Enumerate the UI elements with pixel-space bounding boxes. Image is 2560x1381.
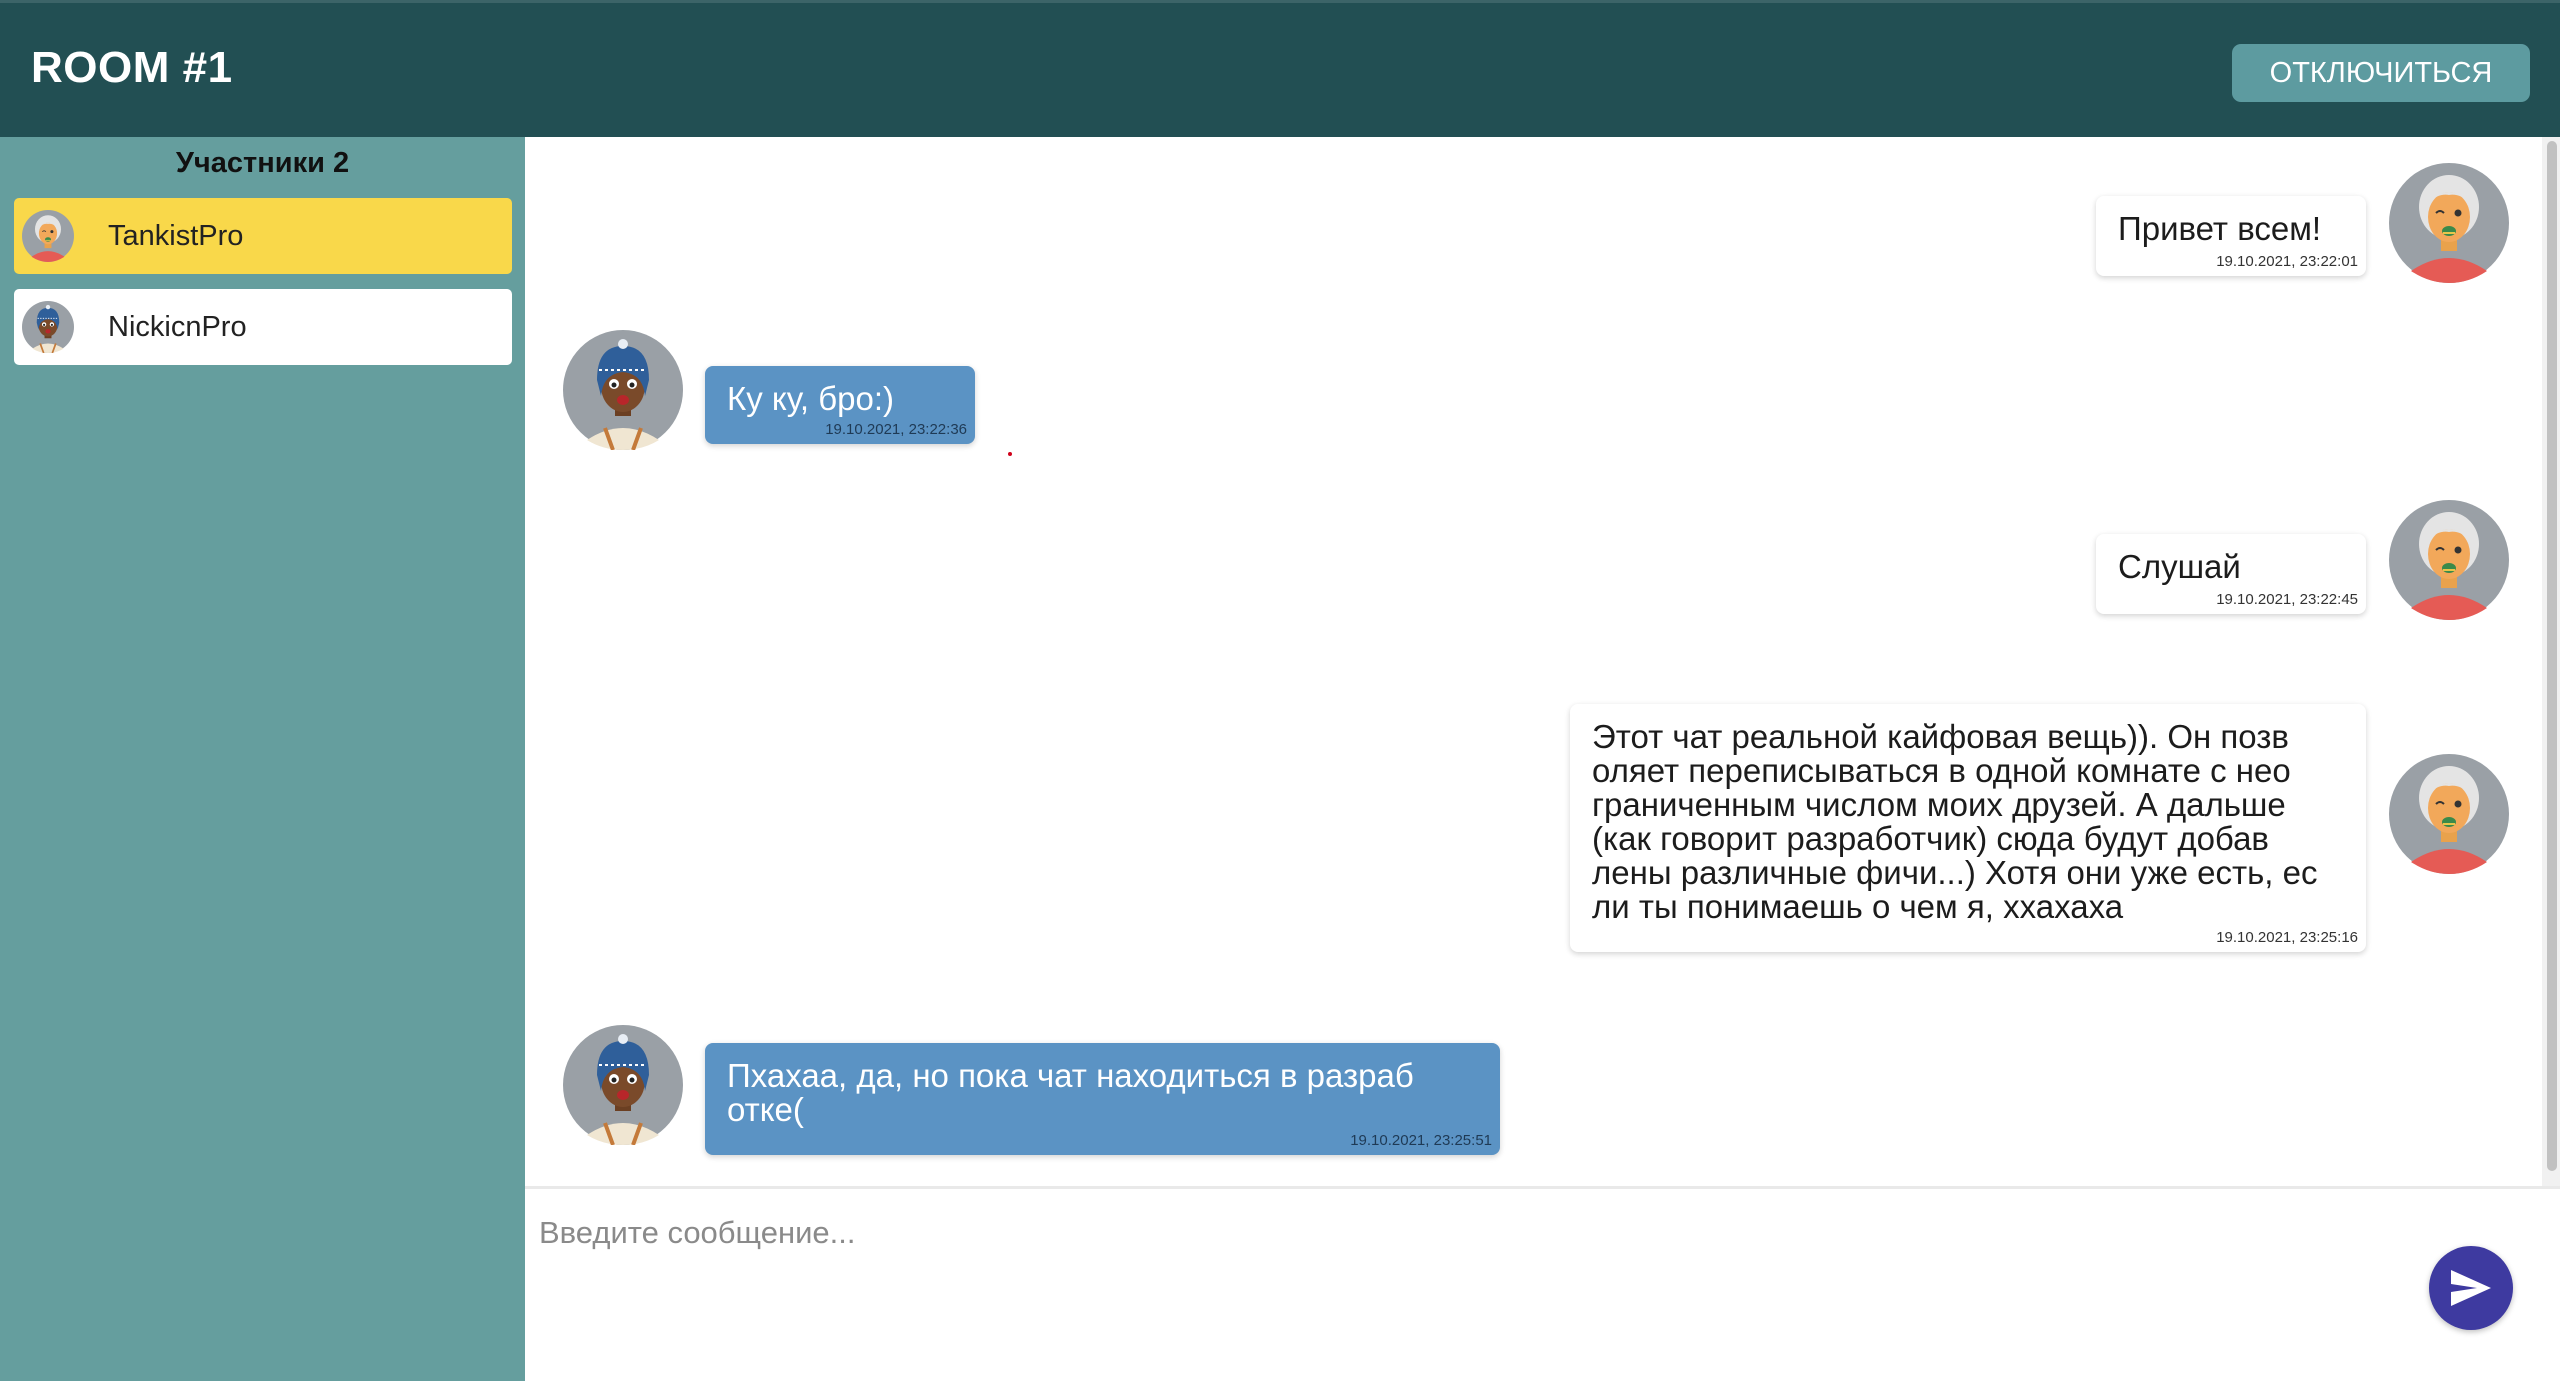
participant-name: TankistPro xyxy=(108,219,244,252)
message-bubble-own: Этот чат реальной кайфовая вещь)). Он по… xyxy=(1570,704,2366,952)
room-title: ROOM #1 xyxy=(31,43,233,92)
scrollbar-thumb[interactable] xyxy=(2547,141,2557,1171)
message-bubble-other: Ку ку, бро:) 19.10.2021, 23:22:36 xyxy=(705,366,975,444)
participant-item-nickicnpro[interactable]: NickicnPro xyxy=(14,289,512,365)
participants-title: Участники 2 xyxy=(175,147,350,179)
participant-name: NickicnPro xyxy=(108,310,247,343)
message-text: Ку ку, бро:) xyxy=(727,380,894,417)
header-bar: ROOM #1 ОТКЛЮЧИТЬСЯ xyxy=(0,0,2560,137)
message-timestamp: 19.10.2021, 23:25:16 xyxy=(2216,929,2358,946)
grandma-avatar-icon xyxy=(2389,163,2509,283)
send-icon xyxy=(2451,1270,2491,1306)
message-text: Слушай xyxy=(2118,548,2241,585)
cursor-dot xyxy=(1008,452,1012,456)
participant-item-tankistpro[interactable]: TankistPro xyxy=(14,198,512,274)
beanie-man-avatar-icon xyxy=(563,1025,683,1145)
message-text: Этот чат реальной кайфовая вещь)). Он по… xyxy=(1592,718,2318,925)
beanie-man-avatar-icon xyxy=(563,330,683,450)
grandma-avatar-icon xyxy=(22,210,74,262)
composer xyxy=(525,1186,2560,1381)
message-timestamp: 19.10.2021, 23:25:51 xyxy=(1350,1132,1492,1149)
grandma-avatar-icon xyxy=(2389,754,2509,874)
message-timestamp: 19.10.2021, 23:22:01 xyxy=(2216,253,2358,270)
message-bubble-own: Слушай 19.10.2021, 23:22:45 xyxy=(2096,534,2366,614)
beanie-man-avatar-icon xyxy=(22,301,74,353)
disconnect-button[interactable]: ОТКЛЮЧИТЬСЯ xyxy=(2232,44,2530,102)
message-list[interactable] xyxy=(525,137,2542,1186)
message-timestamp: 19.10.2021, 23:22:45 xyxy=(2216,591,2358,608)
message-timestamp: 19.10.2021, 23:22:36 xyxy=(825,421,967,438)
message-input[interactable] xyxy=(539,1203,2339,1263)
message-text: Пхахаа, да, но пока чат находиться в раз… xyxy=(727,1057,1414,1128)
message-bubble-other: Пхахаа, да, но пока чат находиться в раз… xyxy=(705,1043,1500,1155)
participants-sidebar: Участники 2 TankistPro NickicnPro xyxy=(0,137,525,1381)
grandma-avatar-icon xyxy=(2389,500,2509,620)
message-text: Привет всем! xyxy=(2118,210,2322,247)
send-button[interactable] xyxy=(2429,1246,2513,1330)
message-bubble-own: Привет всем! 19.10.2021, 23:22:01 xyxy=(2096,196,2366,276)
